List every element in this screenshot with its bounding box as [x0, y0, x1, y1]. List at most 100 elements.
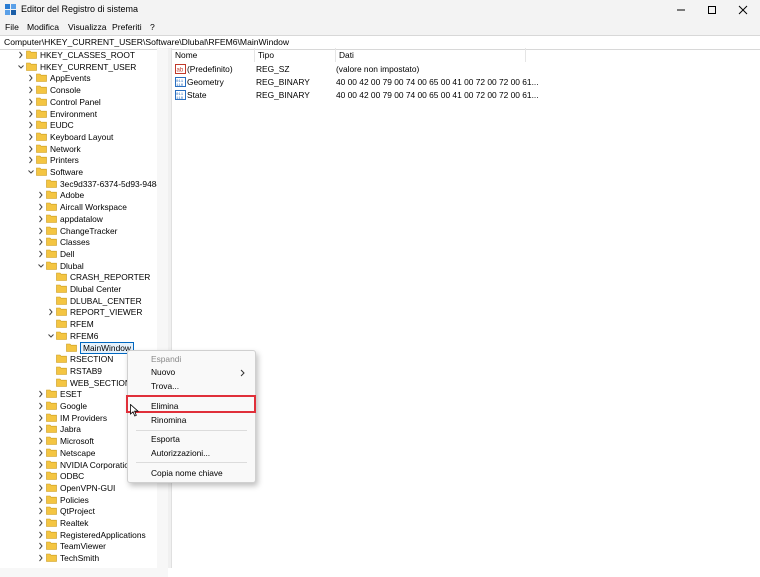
tree-node-label: OpenVPN-GUI: [60, 482, 116, 493]
tree-node-classes[interactable]: Classes: [0, 236, 157, 248]
chevron-right-icon[interactable]: [37, 201, 45, 213]
close-button[interactable]: [728, 0, 758, 20]
chevron-right-icon[interactable]: [37, 494, 45, 506]
chevron-right-icon[interactable]: [27, 84, 35, 96]
chevron-right-icon[interactable]: [27, 108, 35, 120]
ctx-new[interactable]: Nuovo: [128, 366, 255, 379]
tree-node-label: TechSmith: [60, 553, 100, 564]
tree-node-console[interactable]: Console: [0, 84, 157, 96]
tree-node-dell[interactable]: Dell: [0, 248, 157, 260]
tree-node-environment[interactable]: Environment: [0, 108, 157, 120]
chevron-right-icon[interactable]: [27, 119, 35, 131]
chevron-right-icon[interactable]: [37, 248, 45, 260]
chevron-right-icon[interactable]: [37, 400, 45, 412]
ctx-separator: [136, 430, 247, 431]
svg-text:110: 110: [176, 97, 184, 100]
chevron-right-icon[interactable]: [37, 435, 45, 447]
chevron-right-icon[interactable]: [37, 529, 45, 541]
tree-node-changetracker[interactable]: ChangeTracker: [0, 225, 157, 237]
ctx-export[interactable]: Esporta: [128, 433, 255, 446]
chevron-down-icon[interactable]: [37, 260, 45, 272]
column-header-name[interactable]: Nome: [172, 48, 255, 62]
column-header-type[interactable]: Tipo: [255, 48, 336, 62]
tree-node-network[interactable]: Network: [0, 143, 157, 155]
chevron-right-icon[interactable]: [37, 225, 45, 237]
tree-vertical-scrollbar[interactable]: [157, 48, 168, 568]
tree-node-dlubal-center[interactable]: DLUBAL_CENTER: [0, 295, 157, 307]
chevron-right-icon[interactable]: [37, 552, 45, 564]
chevron-right-icon[interactable]: [37, 189, 45, 201]
chevron-right-icon[interactable]: [27, 96, 35, 108]
chevron-right-icon[interactable]: [37, 213, 45, 225]
tree-node-control-panel[interactable]: Control Panel: [0, 96, 157, 108]
tree-node-hkey-current-user[interactable]: HKEY_CURRENT_USER: [0, 61, 157, 73]
chevron-right-icon[interactable]: [37, 236, 45, 248]
tree-node-software[interactable]: Software: [0, 166, 157, 178]
tree-node-appevents[interactable]: AppEvents: [0, 72, 157, 84]
tree-node-openvpn-gui[interactable]: OpenVPN-GUI: [0, 482, 157, 494]
values-list[interactable]: Nome Tipo Dati ab (Predefinito) REG_SZ (…: [172, 48, 760, 577]
tree-node-policies[interactable]: Policies: [0, 494, 157, 506]
chevron-right-icon[interactable]: [17, 49, 25, 61]
tree-node-printers[interactable]: Printers: [0, 154, 157, 166]
tree-node-dlubal[interactable]: Dlubal: [0, 260, 157, 272]
highlight-annotation: [126, 395, 256, 413]
tree-node-appdatalow[interactable]: appdatalow: [0, 213, 157, 225]
menu-preferiti[interactable]: Preferiti: [112, 22, 142, 32]
chevron-right-icon[interactable]: [37, 517, 45, 529]
tree-node-teamviewer[interactable]: TeamViewer: [0, 540, 157, 552]
chevron-right-icon[interactable]: [37, 470, 45, 482]
tree-node-aircall-workspace[interactable]: Aircall Workspace: [0, 201, 157, 213]
chevron-right-icon[interactable]: [37, 505, 45, 517]
tree-node-techsmith[interactable]: TechSmith: [0, 552, 157, 564]
menu-visualizza[interactable]: Visualizza: [68, 22, 107, 32]
address-path[interactable]: Computer\HKEY_CURRENT_USER\Software\Dlub…: [4, 37, 289, 47]
maximize-button[interactable]: [697, 0, 727, 20]
menu-file[interactable]: File: [5, 22, 19, 32]
ctx-permissions[interactable]: Autorizzazioni...: [128, 447, 255, 460]
tree-node-realtek[interactable]: Realtek: [0, 517, 157, 529]
tree-horizontal-scrollbar[interactable]: [0, 568, 168, 577]
tree-node-adobe[interactable]: Adobe: [0, 189, 157, 201]
chevron-right-icon[interactable]: [37, 423, 45, 435]
chevron-right-icon[interactable]: [37, 388, 45, 400]
ctx-find[interactable]: Trova...: [128, 380, 255, 393]
folder-icon: [46, 261, 57, 270]
chevron-right-icon[interactable]: [27, 143, 35, 155]
chevron-right-icon[interactable]: [37, 482, 45, 494]
chevron-down-icon[interactable]: [27, 166, 35, 178]
value-row[interactable]: 011 110 Geometry REG_BINARY 40 00 42 00 …: [172, 76, 760, 89]
chevron-down-icon[interactable]: [17, 61, 25, 73]
tree-node-rfem6[interactable]: RFEM6: [0, 330, 157, 342]
tree-node-3ec9d337-6374-5d93-9484[interactable]: 3ec9d337-6374-5d93-9484-: [0, 178, 157, 190]
value-row[interactable]: 011 110 State REG_BINARY 40 00 42 00 79 …: [172, 89, 760, 102]
tree-node-registeredapplications[interactable]: RegisteredApplications: [0, 529, 157, 541]
minimize-button[interactable]: [666, 0, 696, 20]
chevron-right-icon[interactable]: [37, 412, 45, 424]
tree-node-qtproject[interactable]: QtProject: [0, 505, 157, 517]
folder-icon: [46, 214, 57, 223]
chevron-right-icon[interactable]: [37, 447, 45, 459]
menu-modifica[interactable]: Modifica: [27, 22, 59, 32]
tree-node-rfem[interactable]: RFEM: [0, 318, 157, 330]
chevron-right-icon[interactable]: [27, 154, 35, 166]
tree-node-hkey-classes-root[interactable]: HKEY_CLASSES_ROOT: [0, 49, 157, 61]
chevron-right-icon[interactable]: [27, 131, 35, 143]
tree-node-report-viewer[interactable]: REPORT_VIEWER: [0, 306, 157, 318]
tree-node-keyboard-layout[interactable]: Keyboard Layout: [0, 131, 157, 143]
value-row[interactable]: ab (Predefinito) REG_SZ (valore non impo…: [172, 63, 760, 76]
menu-help[interactable]: ?: [150, 22, 155, 32]
chevron-right-icon[interactable]: [27, 72, 35, 84]
ctx-copy-key-name[interactable]: Copia nome chiave: [128, 467, 255, 480]
chevron-right-icon[interactable]: [47, 306, 55, 318]
tree-node-crash-reporter[interactable]: CRASH_REPORTER: [0, 271, 157, 283]
column-header-data[interactable]: Dati: [336, 48, 526, 62]
registry-tree[interactable]: HKEY_CLASSES_ROOT HKEY_CURRENT_USER AppEve…: [0, 48, 157, 568]
ctx-expand[interactable]: Espandi: [128, 353, 255, 366]
chevron-right-icon[interactable]: [37, 540, 45, 552]
tree-node-eudc[interactable]: EUDC: [0, 119, 157, 131]
chevron-down-icon[interactable]: [47, 330, 55, 342]
tree-node-dlubal-center[interactable]: Dlubal Center: [0, 283, 157, 295]
ctx-rename[interactable]: Rinomina: [128, 414, 255, 427]
chevron-right-icon[interactable]: [37, 459, 45, 471]
